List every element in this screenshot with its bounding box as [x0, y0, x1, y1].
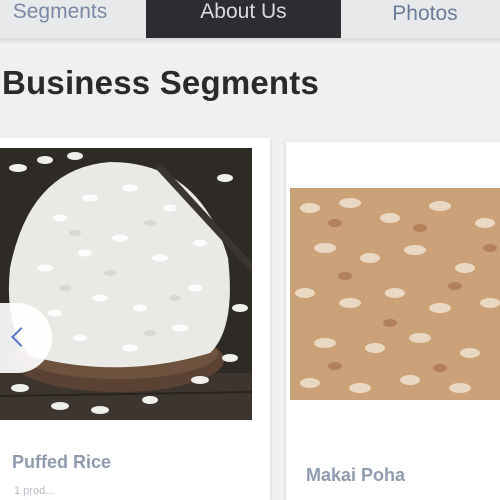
card-title[interactable]: Puffed Rice [12, 452, 111, 473]
section-title: Business Segments [2, 64, 320, 101]
puffed-rice-image[interactable] [0, 148, 252, 420]
segment-card-makai-poha[interactable]: Makai Poha [286, 142, 500, 500]
makai-poha-image[interactable] [290, 188, 500, 400]
chevron-left-icon [11, 327, 31, 347]
tab-segments[interactable]: Segments [0, 0, 140, 38]
puffed-rice-photo [0, 148, 252, 420]
tab-photos[interactable]: Photos [355, 0, 495, 38]
nav-divider [0, 38, 500, 44]
card-subtitle: 1 prod... [14, 485, 55, 497]
tab-about-us[interactable]: About Us [146, 0, 341, 38]
top-nav: Segments About Us Photos [0, 0, 500, 38]
makai-poha-photo [290, 188, 500, 400]
card-title[interactable]: Makai Poha [306, 465, 405, 486]
